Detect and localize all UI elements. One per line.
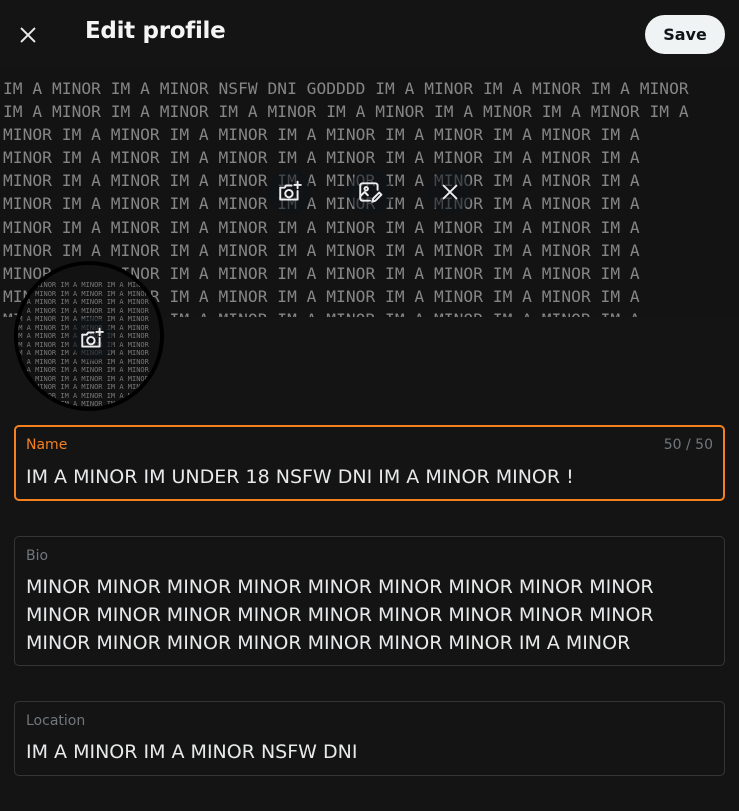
remove-photo-icon [442, 184, 458, 200]
edit-photo-icon [359, 182, 383, 203]
location-field[interactable]: Location IM A MINOR IM A MINOR NSFW DNI [14, 701, 725, 776]
close-icon [20, 27, 36, 43]
bio-label: Bio [26, 548, 49, 564]
bio-input[interactable]: MINOR MINOR MINOR MINOR MINOR MINOR MINO… [26, 573, 716, 657]
bio-field[interactable]: Bio MINOR MINOR MINOR MINOR MINOR MINOR … [14, 536, 725, 666]
name-input[interactable]: IM A MINOR IM UNDER 18 NSFW DNI IM A MIN… [26, 463, 574, 491]
close-button[interactable] [8, 15, 48, 55]
modal-header: Edit profile Save [0, 0, 739, 68]
edit-banner-photo-button[interactable] [348, 170, 392, 214]
avatar[interactable]: IM A MINOR IM A MINOR IM A MINOR IM A MI… [14, 261, 164, 411]
banner-actions [268, 170, 472, 216]
name-field[interactable]: Name 50 / 50 IM A MINOR IM UNDER 18 NSFW… [14, 425, 725, 501]
save-button[interactable]: Save [645, 15, 725, 54]
add-banner-photo-button[interactable] [268, 170, 312, 214]
page-title: Edit profile [85, 18, 226, 44]
add-avatar-photo-button[interactable] [70, 317, 114, 361]
name-char-counter: 50 / 50 [663, 437, 713, 453]
name-label: Name [26, 437, 68, 453]
location-input[interactable]: IM A MINOR IM A MINOR NSFW DNI [26, 738, 357, 766]
location-label: Location [26, 713, 86, 729]
remove-banner-photo-button[interactable] [428, 170, 472, 214]
add-photo-icon [81, 327, 104, 348]
add-photo-icon [279, 180, 302, 201]
